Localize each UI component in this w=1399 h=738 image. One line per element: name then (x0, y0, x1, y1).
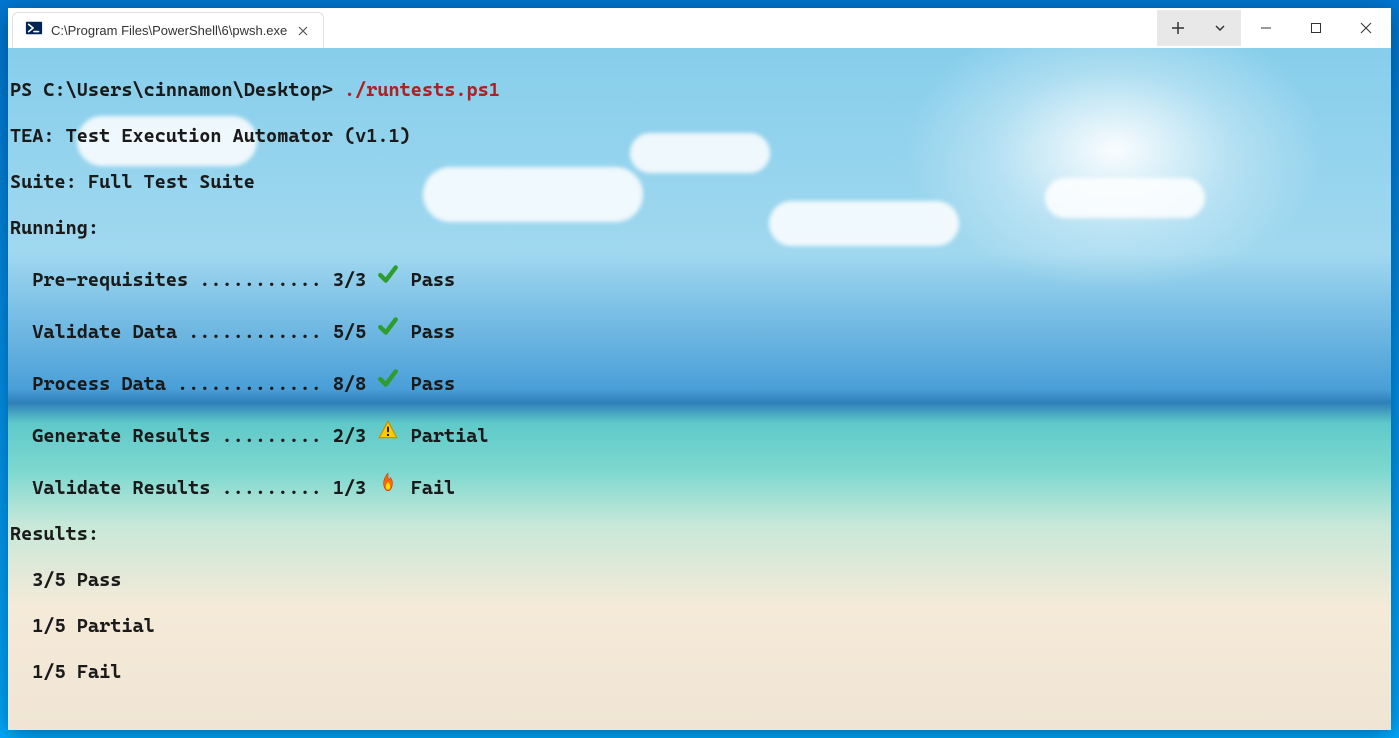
app-header: TEA: Test Execution Automator (v1.1) (10, 125, 1389, 148)
dropdown-button[interactable] (1199, 10, 1241, 46)
powershell-icon (25, 19, 43, 42)
terminal-body[interactable]: PS C:\Users\cinnamon\Desktop> ./runtests… (8, 48, 1391, 730)
tab-controls (1157, 10, 1241, 46)
checkmark-icon (377, 263, 399, 291)
window-controls (1241, 10, 1391, 46)
checkmark-icon (377, 315, 399, 343)
checkmark-icon (377, 367, 399, 395)
result-row: 1/5 Fail (10, 661, 1389, 684)
test-row: Validate Data ............ 5/5 Pass (10, 315, 1389, 344)
prompt: PS C:\Users\cinnamon\Desktop> (10, 79, 333, 101)
result-row: 1/5 Partial (10, 615, 1389, 638)
test-row: Generate Results ......... 2/3 Partial (10, 419, 1389, 448)
tab-active[interactable]: C:\Program Files\PowerShell\6\pwsh.exe (12, 12, 324, 48)
warning-icon (377, 419, 399, 447)
close-button[interactable] (1341, 10, 1391, 46)
command-text: ./runtests.ps1 (344, 79, 500, 101)
results-label: Results: (10, 523, 1389, 546)
test-row: Validate Results ......... 1/3 Fail (10, 471, 1389, 500)
tab-close-button[interactable] (295, 23, 311, 39)
minimize-button[interactable] (1241, 10, 1291, 46)
test-row: Pre-requisites ........... 3/3 Pass (10, 263, 1389, 292)
new-tab-button[interactable] (1157, 10, 1199, 46)
maximize-button[interactable] (1291, 10, 1341, 46)
tab-title: C:\Program Files\PowerShell\6\pwsh.exe (51, 23, 287, 38)
terminal-window: C:\Program Files\PowerShell\6\pwsh.exe (8, 8, 1391, 730)
fire-icon (377, 471, 399, 499)
terminal-output: PS C:\Users\cinnamon\Desktop> ./runtests… (8, 48, 1391, 730)
titlebar: C:\Program Files\PowerShell\6\pwsh.exe (8, 8, 1391, 48)
running-label: Running: (10, 217, 1389, 240)
suite-line: Suite: Full Test Suite (10, 171, 1389, 194)
test-row: Process Data ............. 8/8 Pass (10, 367, 1389, 396)
result-row: 3/5 Pass (10, 569, 1389, 592)
